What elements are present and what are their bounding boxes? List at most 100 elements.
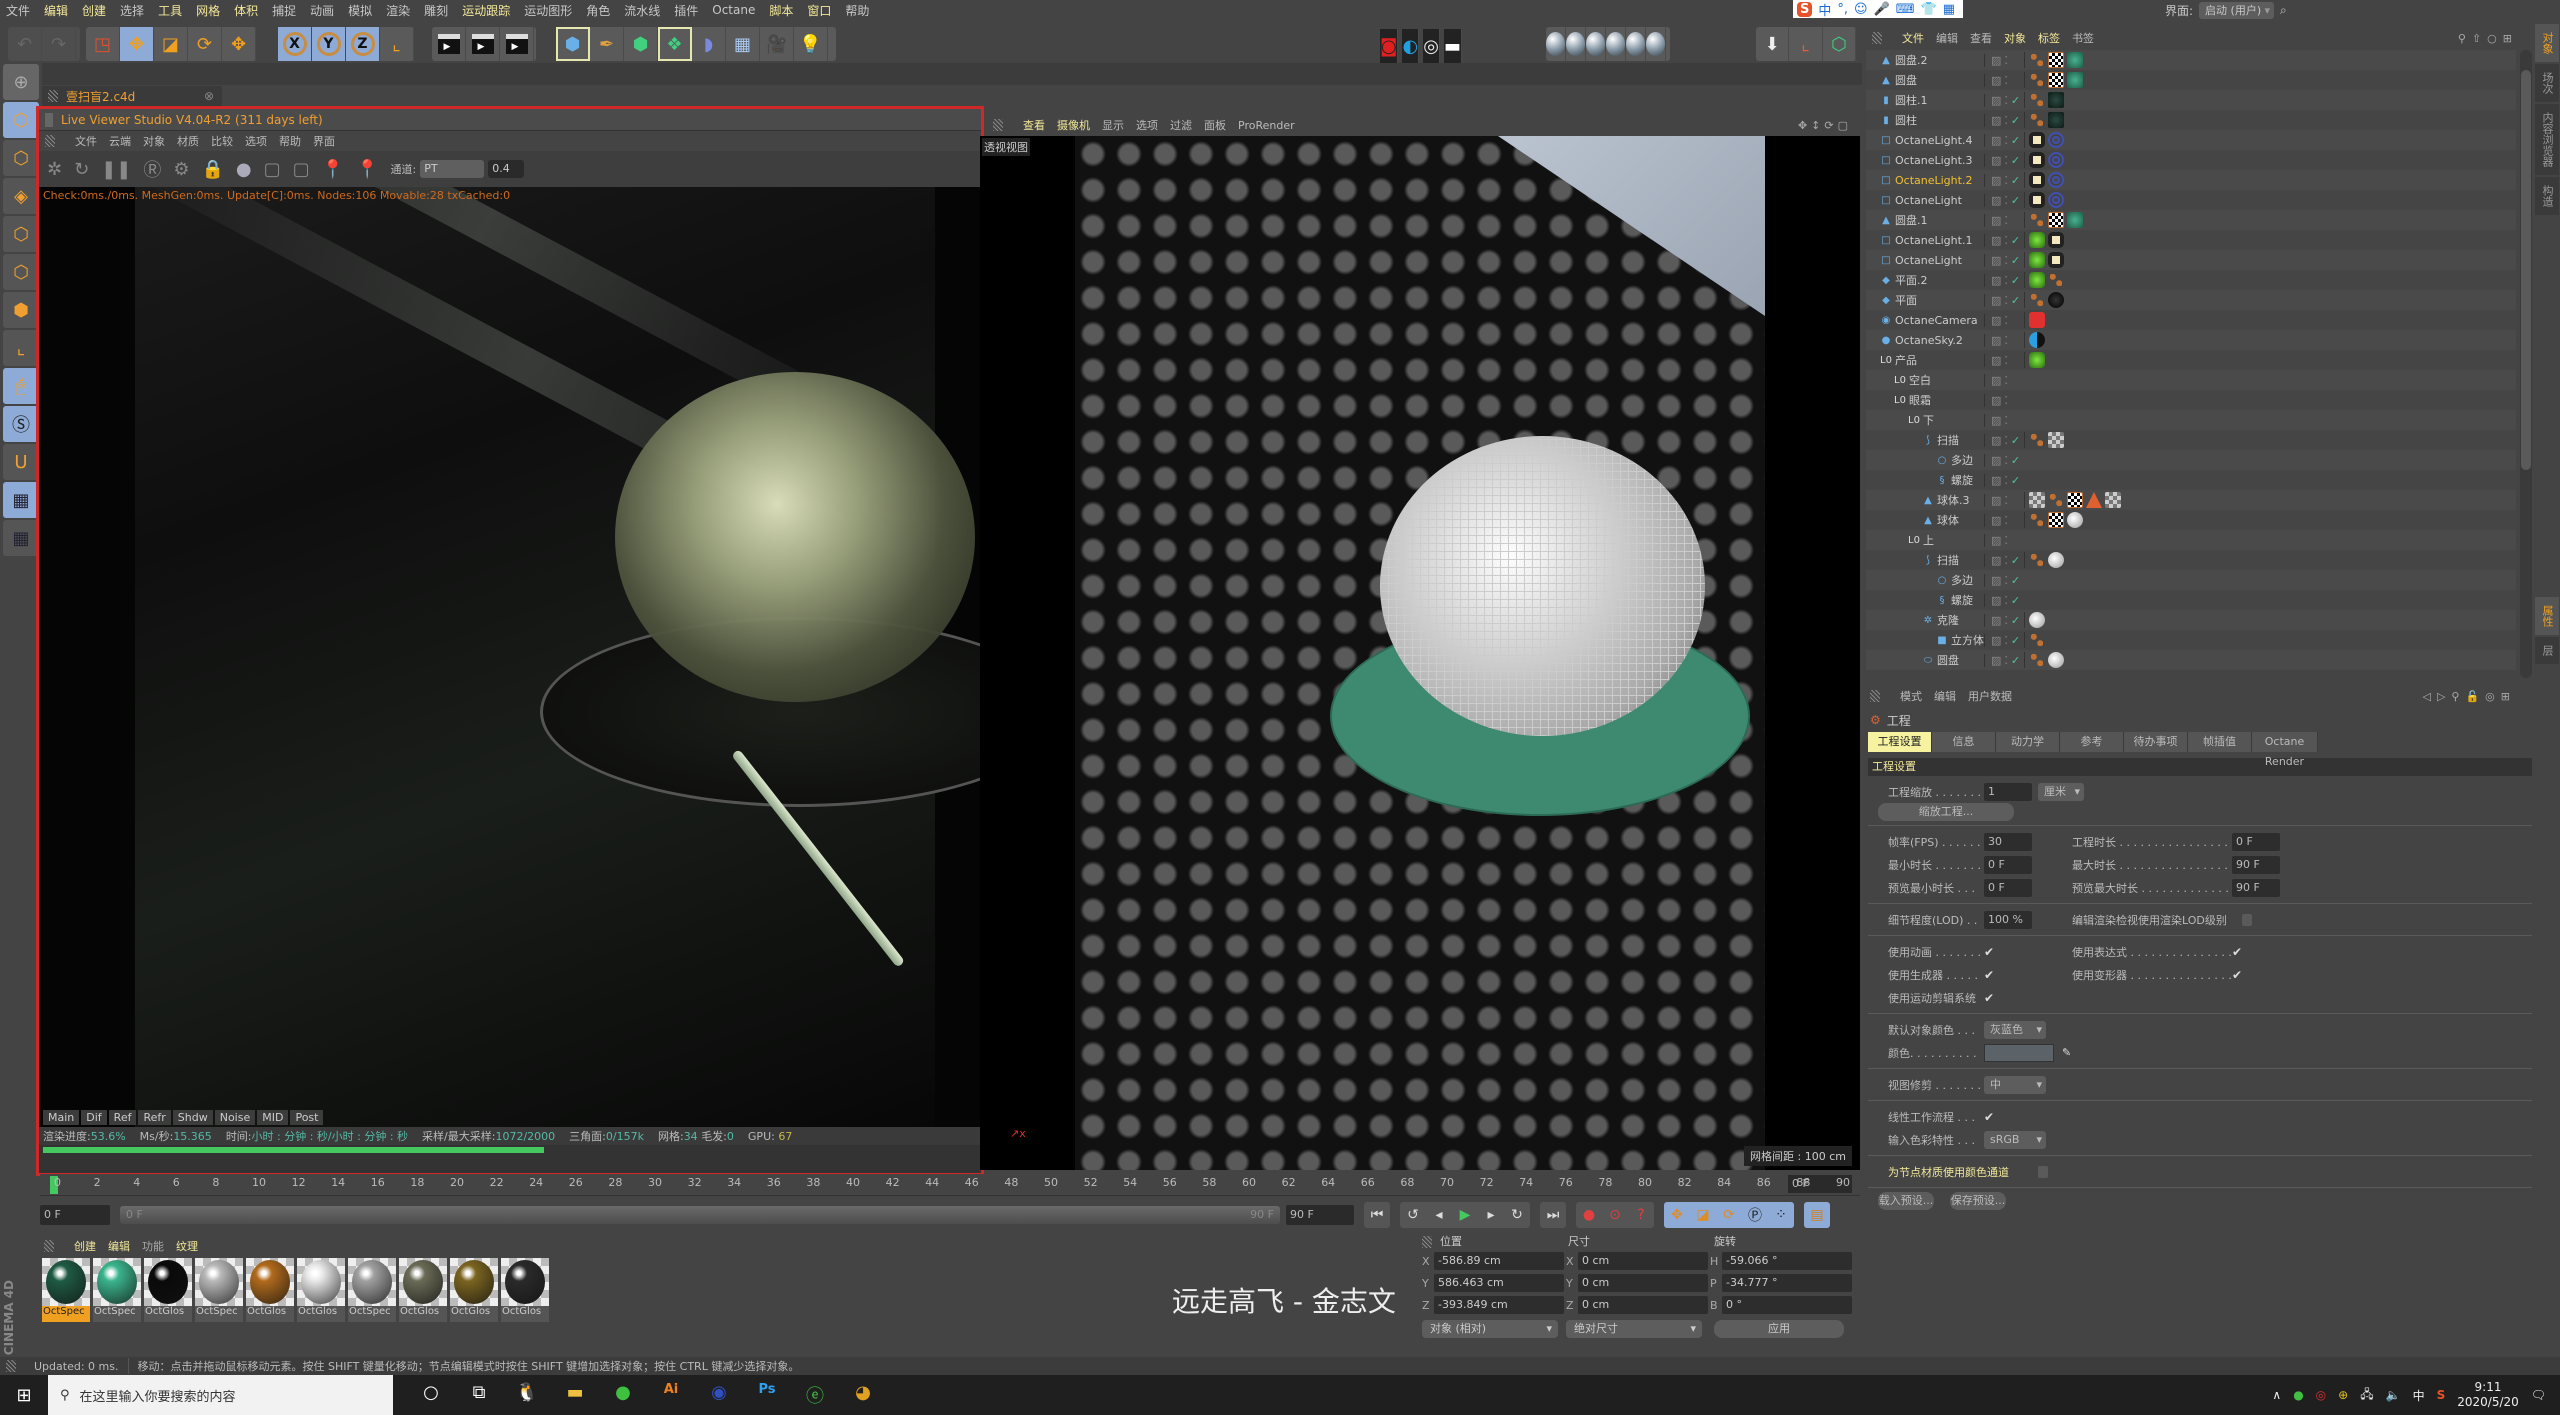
tag-uv-icon[interactable] — [2048, 212, 2064, 228]
layer-icon[interactable]: ▨ — [1991, 654, 2001, 667]
key-rotation-icon[interactable]: ⟳ — [1716, 1202, 1742, 1228]
material-item[interactable]: OctGlos — [450, 1258, 498, 1328]
floor-icon[interactable]: ▦ — [726, 27, 760, 61]
object-name-cell[interactable]: ▮ 圆柱 — [1866, 112, 1984, 128]
tag-mg-icon[interactable] — [2067, 52, 2083, 68]
octane-mix-material-icon[interactable] — [1586, 27, 1606, 61]
settings-gear-icon[interactable]: ⚙ — [173, 159, 189, 180]
key-parameter-icon[interactable]: Ⓟ — [1742, 1202, 1768, 1228]
load-preset-button[interactable]: 载入预设... — [1878, 1192, 1934, 1210]
rotation-input[interactable]: -59.066 ° — [1722, 1252, 1852, 1270]
layer-icon[interactable]: ▨ — [1991, 294, 2001, 307]
object-row[interactable]: L0 空白 ▨ ⁚ — [1866, 370, 2516, 390]
menu-item[interactable]: 雕刻 — [424, 2, 448, 19]
browser-360-icon[interactable]: ⓔ — [801, 1382, 829, 1408]
om-menu-item[interactable]: 文件 — [1902, 30, 1924, 46]
enabled-check-icon[interactable]: ✓ — [2011, 174, 2020, 187]
tag-mg-icon[interactable] — [2067, 72, 2083, 88]
subdivision-icon[interactable]: ⬢ — [624, 27, 658, 61]
visibility-dots-icon[interactable]: ⁚ — [2004, 174, 2008, 187]
min-time-input[interactable]: 0 F — [1984, 855, 2032, 874]
deformer-icon[interactable]: ◗ — [692, 27, 726, 61]
render-settings-icon[interactable] — [500, 27, 534, 61]
camera-icon[interactable]: 🎥 — [760, 27, 794, 61]
start-frame-field[interactable]: 0 F — [40, 1205, 110, 1225]
ime-punct[interactable]: °, — [1837, 2, 1848, 17]
visibility-dots-icon[interactable]: ⁚ — [2004, 274, 2008, 287]
visibility-dots-icon[interactable]: ⁚ — [2004, 74, 2008, 87]
task-view-icon[interactable]: ⧉ — [465, 1382, 493, 1408]
scrollbar-thumb[interactable] — [2521, 70, 2531, 470]
am-menu-item[interactable]: 编辑 — [1934, 688, 1956, 704]
menu-item[interactable]: 角色 — [586, 2, 610, 19]
channel-value-input[interactable]: 0.4 — [488, 160, 525, 178]
layer-icon[interactable]: ▨ — [1991, 334, 2001, 347]
tag-tri-icon[interactable] — [2086, 492, 2102, 508]
enabled-check-icon[interactable]: ✓ — [2011, 654, 2020, 667]
render-pass-tab[interactable]: Noise — [214, 1110, 256, 1125]
viewport-menu-item[interactable]: 查看 — [1023, 117, 1045, 133]
menu-item[interactable]: 体积 — [234, 2, 258, 19]
visibility-dots-icon[interactable]: ⁚ — [2004, 94, 2008, 107]
side-tab[interactable]: 构造 — [2535, 177, 2559, 215]
layer-icon[interactable]: ▨ — [1991, 154, 2001, 167]
object-row[interactable]: ■ 立方体 ▨ ⁚ ✓ — [1866, 630, 2516, 650]
object-name-cell[interactable]: L0 产品 — [1866, 352, 1984, 368]
om-menu-item[interactable]: 书签 — [2072, 30, 2094, 46]
object-name-cell[interactable]: ○ 多边 — [1866, 572, 1984, 588]
render-pass-tab[interactable]: Main — [43, 1110, 80, 1125]
pen-spline-icon[interactable]: ✒ — [590, 27, 624, 61]
material-menu-item[interactable]: 编辑 — [108, 1238, 130, 1254]
layer-icon[interactable]: ▨ — [1991, 454, 2001, 467]
enabled-check-icon[interactable]: ✓ — [2011, 574, 2020, 587]
visibility-dots-icon[interactable]: ⁚ — [2004, 254, 2008, 267]
layer-icon[interactable]: ▨ — [1991, 254, 2001, 267]
tag-wh-icon[interactable] — [2067, 512, 2083, 528]
tag-lt-icon[interactable] — [2048, 232, 2064, 248]
save-preset-button[interactable]: 保存预设... — [1950, 1192, 2006, 1210]
tag-grn-icon[interactable] — [2029, 352, 2045, 368]
drag-handle[interactable] — [45, 135, 55, 147]
visibility-dots-icon[interactable]: ⁚ — [2004, 54, 2008, 67]
ime-lang[interactable]: 中 — [1818, 0, 1831, 19]
tag-md-icon[interactable] — [2048, 92, 2064, 108]
visibility-dots-icon[interactable]: ⁚ — [2004, 454, 2008, 467]
workplane-icon[interactable]: ◈ — [3, 178, 39, 214]
am-tab[interactable]: Octane Render — [2252, 732, 2318, 768]
object-name-cell[interactable]: ⟆ 扫描 — [1866, 552, 1984, 568]
tag-tgt-icon[interactable] — [2048, 152, 2064, 168]
object-row[interactable]: ◆ 平面.2 ▨ ⁚ ✓ — [1866, 270, 2516, 290]
lv-menu-item[interactable]: 界面 — [313, 133, 335, 149]
render-view-icon[interactable] — [432, 27, 466, 61]
material-sphere-icon[interactable]: ● — [236, 159, 252, 180]
cinema4d-icon[interactable]: ◉ — [705, 1382, 733, 1408]
search-icon[interactable]: ⌕ — [2280, 3, 2287, 18]
size-input[interactable]: 0 cm — [1578, 1252, 1708, 1270]
auto-key-icon[interactable]: ⊙ — [1602, 1202, 1628, 1228]
object-row[interactable]: L0 产品 ▨ ⁚ — [1866, 350, 2516, 370]
menu-item[interactable]: 创建 — [82, 2, 106, 19]
viewport-menu-item[interactable]: ProRender — [1238, 119, 1295, 132]
object-name-cell[interactable]: ● OctaneSky.2 — [1866, 334, 1984, 347]
illustrator-icon[interactable]: Ai — [657, 1382, 685, 1408]
om-menu-item[interactable]: 查看 — [1970, 30, 1992, 46]
object-row[interactable]: □ OctaneLight ▨ ⁚ ✓ — [1866, 250, 2516, 270]
tag-phong-icon[interactable] — [2029, 652, 2045, 668]
chrome-icon[interactable]: ◕ — [849, 1382, 877, 1408]
material-item[interactable]: OctGlos — [144, 1258, 192, 1328]
object-name-cell[interactable]: ◆ 平面.2 — [1866, 272, 1984, 288]
play-icon[interactable]: ▶ — [1452, 1202, 1478, 1228]
taskbar-search[interactable]: ⚲ 在这里输入你要搜索的内容 — [48, 1375, 393, 1415]
project-scale-input[interactable]: 1 — [1984, 782, 2032, 801]
object-row[interactable]: ▮ 圆柱.1 ▨ ⁚ ✓ — [1866, 90, 2516, 110]
position-input[interactable]: 586.463 cm — [1434, 1274, 1564, 1292]
layer-icon[interactable]: ▨ — [1991, 614, 2001, 627]
layer-icon[interactable]: ▨ — [1991, 634, 2001, 647]
tray-360-icon[interactable]: ⊕ — [2338, 1388, 2348, 1402]
enabled-check-icon[interactable]: ✓ — [2011, 154, 2020, 167]
layer-icon[interactable]: ▨ — [1991, 134, 2001, 147]
drag-handle[interactable] — [44, 1240, 54, 1252]
visibility-dots-icon[interactable]: ⁚ — [2004, 574, 2008, 587]
object-row[interactable]: ✲ 克隆 ▨ ⁚ ✓ — [1866, 610, 2516, 630]
am-tab[interactable]: 参考 — [2060, 732, 2124, 752]
